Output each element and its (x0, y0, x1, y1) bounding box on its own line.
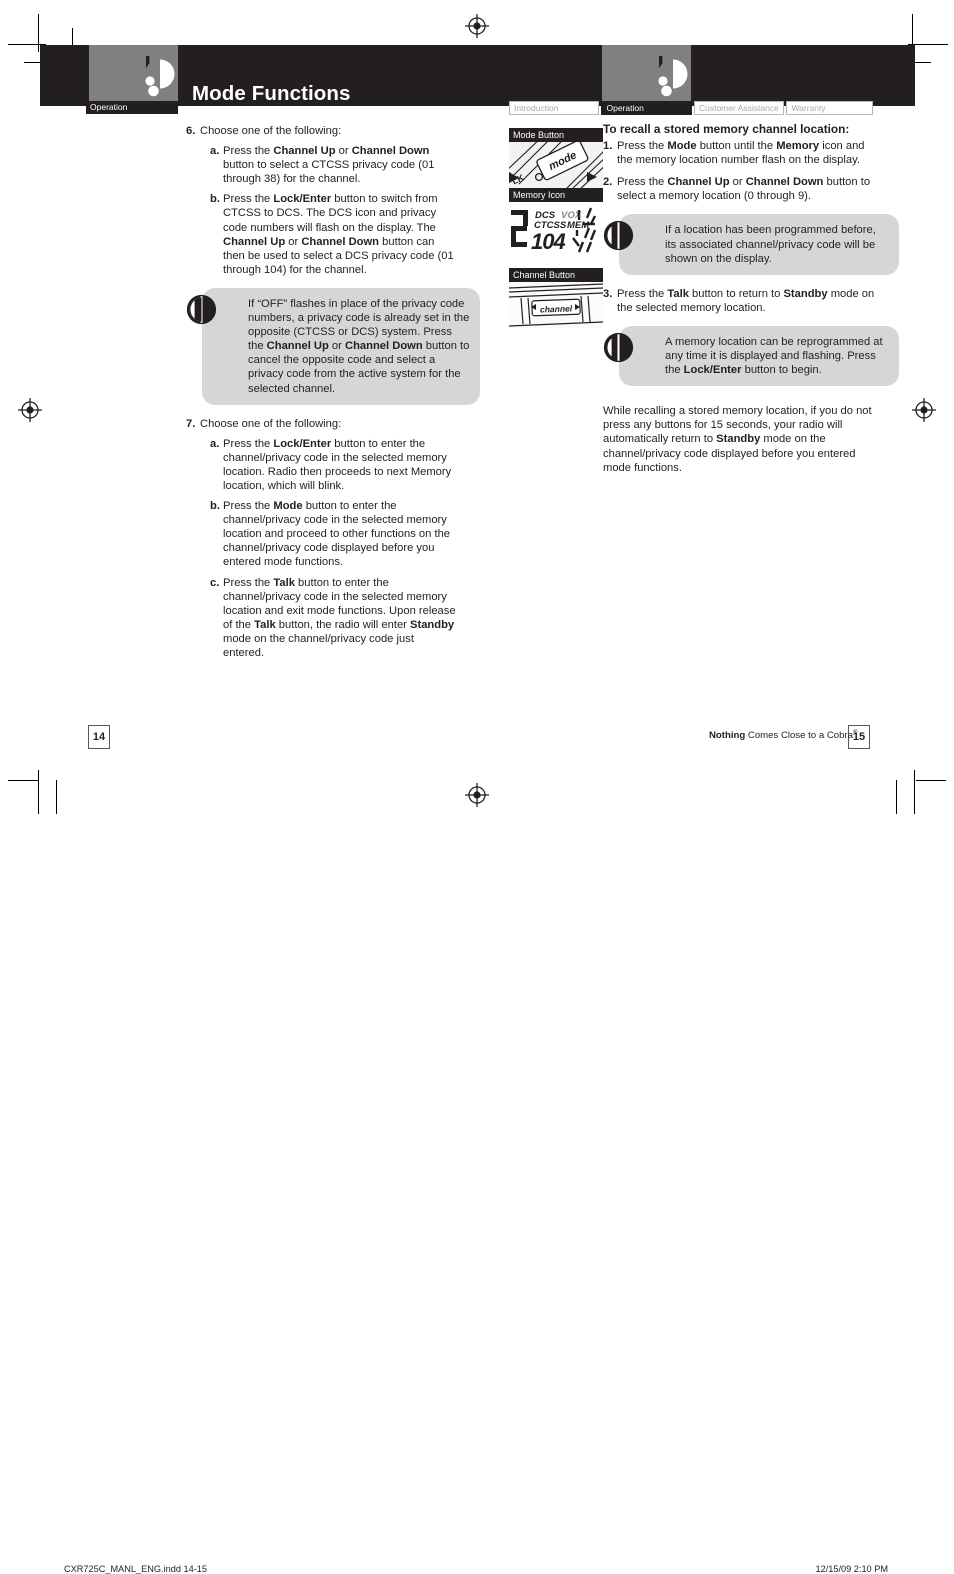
list-item: c. Press the Talk button to enter the ch… (210, 576, 456, 661)
section-tab-operation-left[interactable]: Operation (86, 101, 178, 114)
list-item: a. Press the Channel Up or Channel Down … (210, 144, 456, 186)
figure-caption: Memory Icon (509, 188, 603, 202)
list-marker: 2. (603, 176, 613, 189)
list-text: Press the Lock/Enter button to switch fr… (223, 193, 454, 276)
tab-introduction[interactable]: Introduction (509, 101, 600, 115)
slug-filename: CXR725C_MANL_ENG.indd 14-15 (64, 1564, 207, 1574)
tab-operation[interactable]: Operation (601, 101, 692, 115)
registration-mark-left (18, 398, 42, 422)
note-callout: If “OFF” flashes in place of the privacy… (186, 287, 480, 405)
figure-channel-button: Channel Button channel (509, 268, 603, 328)
list-text: Press the Lock/Enter button to enter the… (223, 437, 452, 492)
list-marker: 3. (603, 287, 613, 300)
svg-text:channel: channel (540, 303, 573, 314)
note-bulb-icon (603, 332, 634, 363)
list-text: Press the Channel Up or Channel Down but… (617, 176, 871, 203)
note-callout: If a location has been programmed before… (603, 214, 899, 275)
channel-rocker-photo: channel (509, 282, 603, 328)
closing-paragraph: While recalling a stored memory location… (603, 405, 872, 474)
list-text: Press the Talk button to enter the chann… (223, 576, 456, 659)
list-marker: 1. (603, 140, 613, 153)
list-item: 7. Choose one of the following: (186, 417, 456, 431)
list-item: 6. Choose one of the following: (186, 124, 456, 138)
brand-tagline: Nothing Comes Close to a Cobra® (709, 730, 857, 741)
tab-customer-assistance[interactable]: Customer Assistance (693, 101, 785, 115)
note-bulb-icon (186, 294, 217, 325)
list-item: 3. Press the Talk button to return to St… (603, 287, 879, 315)
page-title: Mode Functions (192, 82, 351, 105)
figure-caption: Mode Button (509, 128, 603, 142)
svg-text:104: 104 (531, 229, 565, 254)
list-text: Choose one of the following: (200, 417, 342, 430)
left-column: 6. Choose one of the following: a. Press… (186, 122, 480, 660)
section-heading: To recall a stored memory channel locati… (603, 122, 850, 136)
svg-text:MEM: MEM (567, 220, 590, 231)
list-text: Press the Mode button to enter the chann… (223, 500, 451, 569)
manual-page-spread: Mode Functions Operation Introduction Op… (0, 0, 954, 1574)
note-text: If a location has been programmed before… (665, 224, 876, 265)
registered-mark-icon: ® (852, 730, 858, 736)
figure-caption: Channel Button (509, 268, 603, 282)
list-text: Press the Talk button to return to Stand… (617, 287, 875, 314)
list-marker: b. (210, 193, 220, 206)
list-item: a. Press the Lock/Enter button to enter … (210, 437, 456, 493)
figure-memory-icon: Memory Icon DCS VOX CTCSS MEM 104 (509, 188, 603, 254)
tagline-rest: Comes Close to a Cobra (745, 730, 853, 742)
sub-list: a. Press the Lock/Enter button to enter … (210, 437, 456, 660)
list-item: 2. Press the Channel Up or Channel Down … (603, 175, 879, 203)
lcd-display-photo: DCS VOX CTCSS MEM 104 (509, 202, 603, 254)
list-item: 1. Press the Mode button until the Memor… (603, 139, 879, 167)
list-text: Press the Channel Up or Channel Down but… (223, 145, 435, 186)
registration-mark-right (912, 398, 936, 422)
slug-timestamp: 12/15/09 2:10 PM (815, 1564, 888, 1574)
sub-list: a. Press the Channel Up or Channel Down … (210, 144, 456, 277)
walkie-talkie-icon (646, 55, 692, 105)
registration-mark-top (465, 14, 489, 38)
section-tab-bar: Introduction Operation Customer Assistan… (509, 101, 875, 115)
note-text: A memory location can be reprogrammed at… (665, 335, 883, 377)
note-bulb-icon (603, 220, 634, 251)
list-item: b. Press the Mode button to enter the ch… (210, 499, 456, 569)
list-item: b. Press the Lock/Enter button to switch… (210, 192, 456, 277)
note-callout: A memory location can be reprogrammed at… (603, 325, 899, 387)
tab-warranty[interactable]: Warranty (786, 101, 873, 115)
right-column: To recall a stored memory channel locati… (603, 122, 899, 475)
list-marker: b. (210, 500, 220, 513)
page-number-left-value: 14 (92, 731, 106, 743)
note-text: If “OFF” flashes in place of the privacy… (248, 297, 470, 395)
list-marker: 7. (186, 417, 196, 430)
tagline-bold: Nothing (709, 730, 746, 742)
list-marker: a. (210, 437, 220, 450)
figure-mode-button: Mode Button mode LK (509, 128, 603, 188)
radio-keypad-photo: mode LK (509, 142, 603, 188)
list-marker: c. (210, 576, 220, 589)
page-number-left: 14 (88, 725, 110, 749)
list-marker: a. (210, 145, 220, 158)
list-text: Press the Mode button until the Memory i… (617, 140, 865, 167)
walkie-talkie-icon (133, 55, 179, 105)
print-slug-bar: CXR725C_MANL_ENG.indd 14-15 12/15/09 2:1… (0, 780, 954, 1574)
list-text: Choose one of the following: (200, 125, 342, 137)
list-marker: 6. (186, 125, 196, 137)
